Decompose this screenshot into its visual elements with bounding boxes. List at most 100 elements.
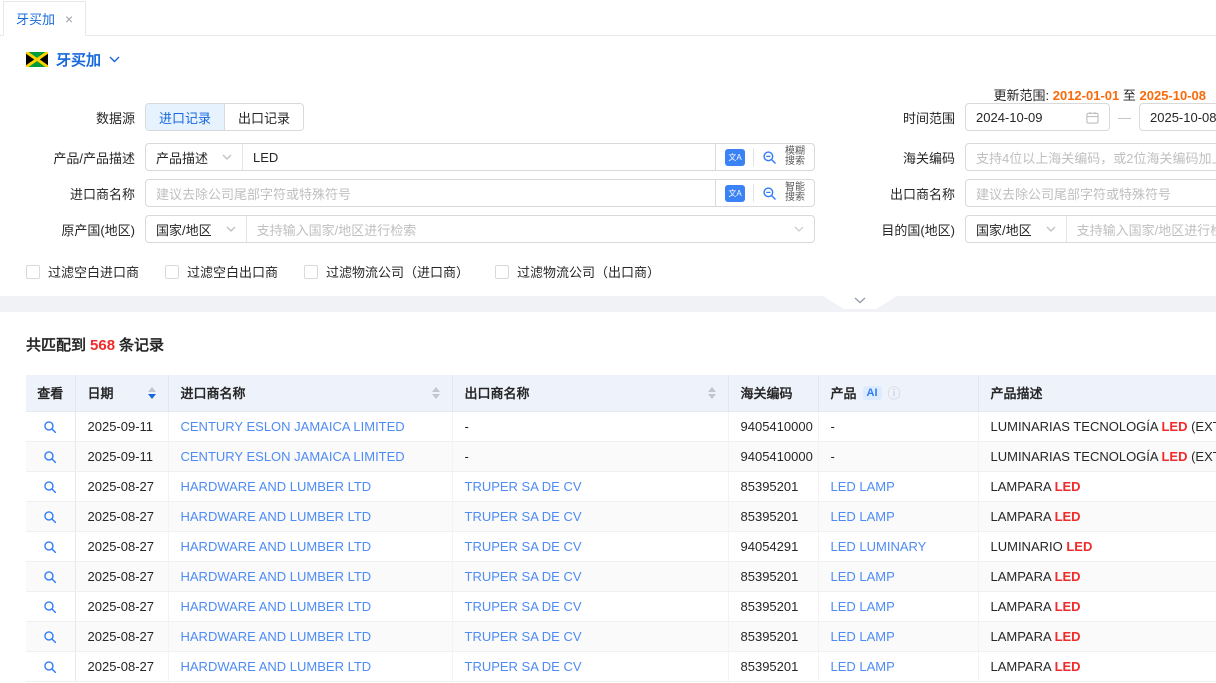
importer-link[interactable]: HARDWARE AND LUMBER LTD bbox=[181, 659, 372, 674]
sort-icon-date[interactable] bbox=[148, 387, 156, 399]
translate-icon[interactable]: 文A bbox=[725, 149, 745, 166]
product-link[interactable]: LED LAMP bbox=[831, 509, 895, 524]
view-record-button[interactable] bbox=[43, 480, 57, 494]
importer-link[interactable]: HARDWARE AND LUMBER LTD bbox=[181, 509, 372, 524]
translate-icon[interactable]: 文A bbox=[725, 185, 745, 202]
exporter-link[interactable]: TRUPER SA DE CV bbox=[465, 569, 582, 584]
highlight-keyword: LED bbox=[1055, 629, 1081, 644]
tab-jamaica[interactable]: 牙买加 × bbox=[3, 1, 86, 36]
tab-export-records[interactable]: 出口记录 bbox=[224, 104, 303, 130]
hs-code-input[interactable]: 支持4位以上海关编码，或2位海关编码加上 bbox=[965, 143, 1216, 171]
column-header-exporter[interactable]: 出口商名称 bbox=[452, 375, 728, 411]
view-record-button[interactable] bbox=[43, 660, 57, 674]
exporter-link[interactable]: TRUPER SA DE CV bbox=[465, 659, 582, 674]
collapse-filter-handle[interactable] bbox=[823, 296, 897, 309]
product-search-input[interactable]: LED bbox=[243, 150, 715, 165]
checkbox-icon[interactable] bbox=[495, 265, 509, 279]
description-cell: LUMINARIAS TECNOLOGÍA LED (EXT... bbox=[978, 411, 1216, 441]
view-cell bbox=[26, 501, 75, 531]
close-icon[interactable]: × bbox=[65, 12, 73, 26]
view-record-button[interactable] bbox=[43, 450, 57, 464]
data-source-segment: 进口记录 出口记录 bbox=[145, 103, 304, 131]
importer-link[interactable]: HARDWARE AND LUMBER LTD bbox=[181, 479, 372, 494]
smart-search-button[interactable]: 文A 智能 搜索 bbox=[715, 180, 814, 206]
product-cell: LED LAMP bbox=[818, 651, 978, 681]
product-type-select[interactable]: 产品描述 bbox=[146, 144, 242, 170]
importer-link[interactable]: HARDWARE AND LUMBER LTD bbox=[181, 569, 372, 584]
view-cell bbox=[26, 531, 75, 561]
exporter-link[interactable]: TRUPER SA DE CV bbox=[465, 539, 582, 554]
chevron-down-icon bbox=[794, 226, 804, 232]
smart-search-label: 智能 搜索 bbox=[785, 183, 805, 203]
product-link[interactable]: LED LAMP bbox=[831, 479, 895, 494]
column-header-date[interactable]: 日期 bbox=[75, 375, 168, 411]
exporter-link[interactable]: TRUPER SA DE CV bbox=[465, 479, 582, 494]
view-record-button[interactable] bbox=[43, 570, 57, 584]
search-icon bbox=[762, 186, 777, 201]
importer-name-input[interactable]: 建议去除公司尾部字符或特殊符号 bbox=[146, 184, 715, 203]
origin-country-input[interactable]: 支持输入国家/地区进行检索 bbox=[247, 220, 794, 239]
hs-code-cell: 85395201 bbox=[728, 651, 818, 681]
search-icon bbox=[43, 510, 57, 524]
table-row: 2025-08-27HARDWARE AND LUMBER LTDTRUPER … bbox=[26, 501, 1216, 531]
date-cell: 2025-08-27 bbox=[75, 651, 168, 681]
description-cell: LAMPARA LED bbox=[978, 501, 1216, 531]
start-date-input[interactable]: 2024-10-09 bbox=[965, 103, 1110, 131]
fuzzy-search-button[interactable]: 文A 模糊 搜索 bbox=[715, 144, 814, 170]
checkbox-filter-logistics-importer[interactable]: 过滤物流公司（进口商） bbox=[304, 262, 469, 281]
exporter-link[interactable]: TRUPER SA DE CV bbox=[465, 599, 582, 614]
sort-icon-importer[interactable] bbox=[432, 387, 440, 399]
importer-cell: CENTURY ESLON JAMAICA LIMITED bbox=[168, 411, 452, 441]
info-circle-icon[interactable]: ⓘ bbox=[888, 383, 901, 402]
checkbox-icon[interactable] bbox=[165, 265, 179, 279]
exporter-cell: - bbox=[452, 441, 728, 471]
divider bbox=[753, 148, 754, 166]
product-cell: - bbox=[818, 441, 978, 471]
exporter-cell: - bbox=[452, 411, 728, 441]
country-selector[interactable]: 牙买加 bbox=[26, 49, 120, 70]
tab-import-records[interactable]: 进口记录 bbox=[146, 104, 224, 130]
importer-link[interactable]: CENTURY ESLON JAMAICA LIMITED bbox=[181, 449, 405, 464]
table-row: 2025-08-27HARDWARE AND LUMBER LTDTRUPER … bbox=[26, 591, 1216, 621]
product-link[interactable]: LED LAMP bbox=[831, 569, 895, 584]
product-link[interactable]: LED LAMP bbox=[831, 629, 895, 644]
origin-country-select[interactable]: 国家/地区 bbox=[146, 216, 246, 242]
checkbox-filter-blank-exporter[interactable]: 过滤空白出口商 bbox=[165, 262, 278, 281]
destination-country-input[interactable]: 支持输入国家/地区进行检索 bbox=[1067, 220, 1216, 239]
product-link[interactable]: LED LAMP bbox=[831, 599, 895, 614]
exporter-name-input[interactable]: 建议去除公司尾部字符或特殊符号 bbox=[965, 179, 1216, 207]
checkbox-icon[interactable] bbox=[26, 265, 40, 279]
view-record-button[interactable] bbox=[43, 540, 57, 554]
column-header-importer[interactable]: 进口商名称 bbox=[168, 375, 452, 411]
table-row: 2025-08-27HARDWARE AND LUMBER LTDTRUPER … bbox=[26, 471, 1216, 501]
column-header-product: 产品 AI ⓘ bbox=[818, 375, 978, 411]
product-link[interactable]: LED LAMP bbox=[831, 659, 895, 674]
importer-label: 进口商名称 bbox=[0, 184, 135, 203]
checkbox-filter-logistics-exporter[interactable]: 过滤物流公司（出口商） bbox=[495, 262, 660, 281]
importer-link[interactable]: HARDWARE AND LUMBER LTD bbox=[181, 539, 372, 554]
importer-link[interactable]: HARDWARE AND LUMBER LTD bbox=[181, 629, 372, 644]
hs-code-cell: 94054291 bbox=[728, 531, 818, 561]
importer-link[interactable]: HARDWARE AND LUMBER LTD bbox=[181, 599, 372, 614]
table-row: 2025-09-11CENTURY ESLON JAMAICA LIMITED-… bbox=[26, 411, 1216, 441]
view-record-button[interactable] bbox=[43, 510, 57, 524]
exporter-link[interactable]: TRUPER SA DE CV bbox=[465, 509, 582, 524]
checkbox-icon[interactable] bbox=[304, 265, 318, 279]
importer-cell: HARDWARE AND LUMBER LTD bbox=[168, 621, 452, 651]
view-record-button[interactable] bbox=[43, 420, 57, 434]
hs-code-cell: 85395201 bbox=[728, 471, 818, 501]
sort-icon-exporter[interactable] bbox=[708, 387, 716, 399]
row-origin: 原产国(地区) 国家/地区 支持输入国家/地区进行检索 bbox=[0, 215, 815, 243]
exporter-link[interactable]: TRUPER SA DE CV bbox=[465, 629, 582, 644]
destination-country-select[interactable]: 国家/地区 bbox=[966, 216, 1066, 242]
fuzzy-search-label: 模糊 搜索 bbox=[785, 147, 805, 167]
importer-link[interactable]: CENTURY ESLON JAMAICA LIMITED bbox=[181, 419, 405, 434]
view-record-button[interactable] bbox=[43, 630, 57, 644]
search-icon bbox=[43, 600, 57, 614]
product-link[interactable]: LED LUMINARY bbox=[831, 539, 927, 554]
checkbox-filter-blank-importer[interactable]: 过滤空白进口商 bbox=[26, 262, 139, 281]
table-header-row: 查看 日期 进口商名称 bbox=[26, 375, 1216, 411]
view-record-button[interactable] bbox=[43, 600, 57, 614]
end-date-input[interactable]: 2025-10-08 bbox=[1139, 103, 1216, 131]
search-icon bbox=[762, 150, 777, 165]
